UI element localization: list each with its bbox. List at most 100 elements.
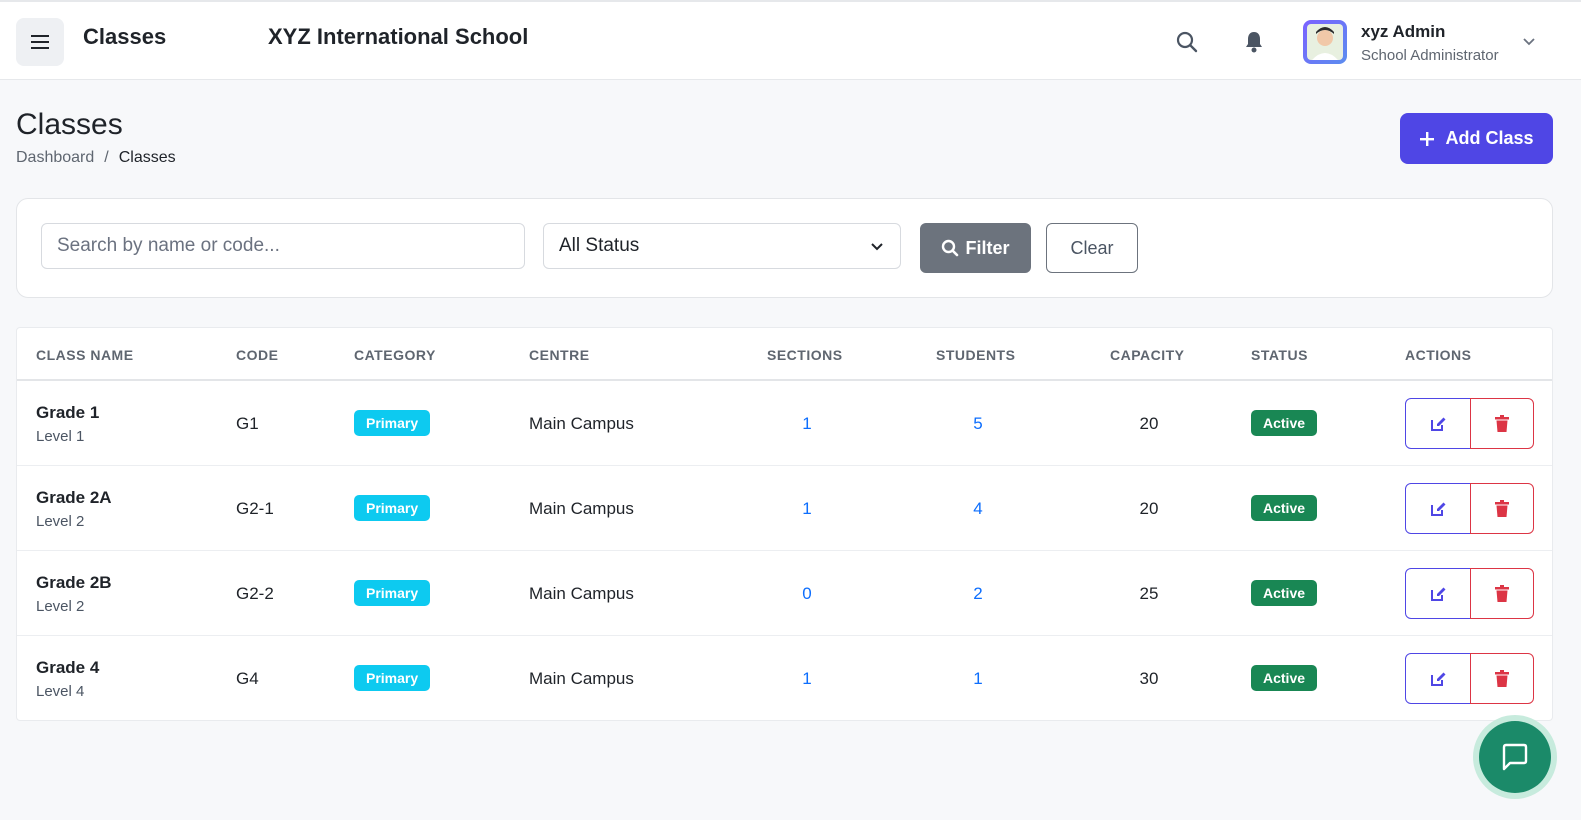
sections-value: 1	[802, 669, 812, 688]
delete-button[interactable]	[1470, 568, 1534, 619]
trash-icon	[1495, 584, 1509, 602]
topbar-title: Classes	[83, 24, 167, 49]
edit-icon	[1431, 587, 1446, 601]
category-badge: Primary	[354, 495, 431, 521]
trash-icon	[1495, 669, 1509, 687]
class-code: G2-2	[236, 584, 274, 603]
sections-value: 0	[802, 584, 812, 603]
breadcrumb-current: Classes	[118, 149, 176, 166]
delete-button[interactable]	[1470, 653, 1534, 704]
breadcrumb-separator: /	[104, 149, 109, 166]
edit-button[interactable]	[1405, 653, 1471, 704]
capacity-value: 20	[1139, 499, 1159, 518]
class-level: Level 1	[36, 428, 85, 445]
category-badge: Primary	[354, 580, 431, 606]
status-badge: Active	[1251, 665, 1318, 691]
column-header-sections[interactable]: SECTIONS	[767, 347, 843, 363]
page-title: Classes	[16, 108, 123, 141]
chat-icon	[1502, 743, 1528, 771]
edit-icon	[1431, 417, 1446, 431]
centre: Main Campus	[529, 499, 634, 518]
filter-card: All Status Filter Clear	[16, 198, 1553, 298]
class-name: Grade 4	[36, 658, 100, 677]
school-name: XYZ International School	[268, 24, 529, 49]
status-select[interactable]: All Status	[543, 223, 901, 269]
capacity-value: 30	[1139, 669, 1159, 688]
sections-value: 1	[802, 414, 812, 433]
category-badge: Primary	[354, 665, 431, 691]
table-row: Grade 2B Level 2 G2-2 Primary Main Campu…	[17, 551, 1552, 636]
column-header-class-name[interactable]: CLASS NAME	[36, 347, 134, 363]
centre: Main Campus	[529, 669, 634, 688]
delete-button[interactable]	[1470, 398, 1534, 449]
students-value: 2	[973, 584, 983, 603]
delete-button[interactable]	[1470, 483, 1534, 534]
edit-icon	[1431, 672, 1446, 686]
students-value: 5	[973, 414, 983, 433]
column-header-status[interactable]: STATUS	[1251, 347, 1308, 363]
user-role: School Administrator	[1361, 47, 1499, 64]
edit-icon	[1431, 502, 1446, 516]
column-header-code[interactable]: CODE	[236, 347, 278, 363]
centre: Main Campus	[529, 414, 634, 433]
status-badge: Active	[1251, 580, 1318, 606]
class-name: Grade 2A	[36, 488, 112, 507]
class-code: G4	[236, 669, 259, 688]
breadcrumb: Dashboard / Classes	[16, 149, 176, 167]
capacity-value: 20	[1139, 414, 1159, 433]
classes-table: CLASS NAME CODE CATEGORY CENTRE SECTIONS…	[16, 327, 1553, 721]
column-header-capacity[interactable]: CAPACITY	[1110, 347, 1185, 363]
students-value: 1	[973, 669, 983, 688]
centre: Main Campus	[529, 584, 634, 603]
add-class-button[interactable]: Add Class	[1400, 113, 1553, 164]
user-menu-button[interactable]	[1520, 32, 1540, 52]
chat-button[interactable]	[1473, 715, 1557, 799]
column-header-centre[interactable]: CENTRE	[529, 347, 590, 363]
class-level: Level 2	[36, 513, 85, 530]
column-header-category[interactable]: CATEGORY	[354, 347, 436, 363]
sections-value: 1	[802, 499, 812, 518]
user-avatar-icon	[1307, 24, 1343, 60]
class-level: Level 4	[36, 683, 85, 700]
user-name: xyz Admin	[1361, 22, 1446, 41]
class-code: G2-1	[236, 499, 274, 518]
class-name: Grade 1	[36, 403, 100, 422]
trash-icon	[1495, 414, 1509, 432]
status-badge: Active	[1251, 495, 1318, 521]
table-row: Grade 4 Level 4 G4 Primary Main Campus 1…	[17, 636, 1552, 721]
chevron-down-icon	[1523, 38, 1535, 46]
column-header-students[interactable]: STUDENTS	[936, 347, 1015, 363]
top-bar: Classes XYZ International School xyz Adm…	[0, 0, 1581, 80]
capacity-value: 25	[1139, 584, 1159, 603]
edit-button[interactable]	[1405, 398, 1471, 449]
trash-icon	[1495, 499, 1509, 517]
class-name: Grade 2B	[36, 573, 112, 592]
bell-icon	[1246, 32, 1262, 53]
status-select-value: All Status	[559, 235, 640, 256]
search-icon	[942, 239, 959, 257]
clear-button[interactable]: Clear	[1046, 223, 1138, 273]
hamburger-icon	[31, 35, 49, 49]
notifications-button[interactable]	[1240, 28, 1268, 56]
header-search-button[interactable]	[1173, 28, 1201, 56]
add-class-label: Add Class	[1445, 128, 1534, 148]
column-header-actions: ACTIONS	[1405, 347, 1472, 363]
students-value: 4	[973, 499, 983, 518]
breadcrumb-dashboard-link[interactable]: Dashboard	[16, 149, 94, 167]
class-code: G1	[236, 414, 259, 433]
class-level: Level 2	[36, 598, 85, 615]
filter-label: Filter	[965, 237, 1010, 258]
edit-button[interactable]	[1405, 483, 1471, 534]
avatar[interactable]	[1303, 20, 1347, 64]
chat-button-inner	[1479, 721, 1551, 793]
filter-button[interactable]: Filter	[920, 223, 1031, 273]
search-icon	[1176, 31, 1198, 53]
chevron-down-icon	[871, 243, 883, 251]
table-header: CLASS NAME CODE CATEGORY CENTRE SECTIONS…	[17, 328, 1552, 381]
edit-button[interactable]	[1405, 568, 1471, 619]
category-badge: Primary	[354, 410, 431, 436]
status-badge: Active	[1251, 410, 1318, 436]
search-input[interactable]	[41, 223, 525, 269]
table-row: Grade 2A Level 2 G2-1 Primary Main Campu…	[17, 466, 1552, 551]
menu-toggle-button[interactable]	[16, 18, 64, 66]
